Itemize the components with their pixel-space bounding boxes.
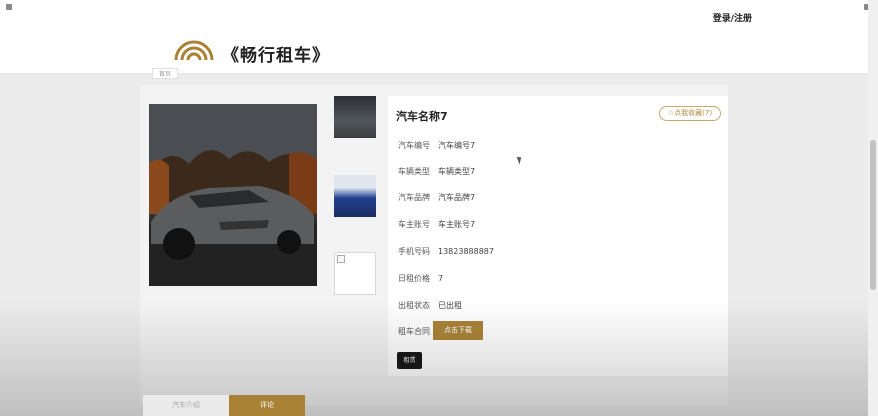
field-value: 汽车编号7 xyxy=(438,141,476,150)
scrollbar[interactable] xyxy=(868,0,878,416)
browser-top-strip: 登录/注册 xyxy=(0,0,878,30)
field-row: 车主账号 车主账号7 xyxy=(398,219,475,230)
field-label: 租车合同 xyxy=(398,327,430,336)
tab-car-intro[interactable]: 汽车介绍 xyxy=(143,395,229,416)
field-value: 汽车品牌7 xyxy=(438,193,476,202)
field-value: 13823888887 xyxy=(438,247,494,256)
field-label: 车辆类型 xyxy=(398,167,430,176)
breadcrumb[interactable]: 首页 xyxy=(152,68,179,79)
field-label: 汽车编号 xyxy=(398,141,430,150)
scrollbar-thumb[interactable] xyxy=(870,140,876,290)
brand-title: 《畅行租车》 xyxy=(222,46,330,66)
field-row: 出租状态 已出租 xyxy=(398,300,462,311)
tab-reviews[interactable]: 评论 xyxy=(229,395,305,416)
car-thumbnail[interactable] xyxy=(334,175,376,217)
field-label: 手机号码 xyxy=(398,247,430,256)
broken-image-icon xyxy=(337,255,345,263)
car-name: 汽车名称7 xyxy=(396,110,448,123)
favorite-button[interactable]: ☆点我收藏(7) xyxy=(659,106,721,121)
site-header: 《畅行租车》 xyxy=(0,30,868,74)
rent-button[interactable]: 租赁 xyxy=(397,352,422,369)
car-thumbnail-broken[interactable] xyxy=(334,252,376,295)
field-value: 已出租 xyxy=(438,301,462,310)
field-label: 车主账号 xyxy=(398,220,430,229)
field-value: 7 xyxy=(438,274,444,283)
field-row: 汽车品牌 汽车品牌7 xyxy=(398,192,475,203)
field-row: 租车合同 xyxy=(398,326,438,337)
car-main-photo xyxy=(149,104,317,286)
field-row: 汽车编号 汽车编号7 xyxy=(398,140,475,151)
field-row: 日租价格 7 xyxy=(398,273,443,284)
field-label: 汽车品牌 xyxy=(398,193,430,202)
window-dot-icon xyxy=(6,4,12,10)
download-contract-button[interactable]: 点击下载 xyxy=(433,321,483,340)
field-label: 日租价格 xyxy=(398,274,430,283)
car-image-icon xyxy=(149,104,317,286)
field-row: 车辆类型 车辆类型7 xyxy=(398,166,475,177)
car-thumbnail[interactable] xyxy=(334,96,376,138)
field-row: 手机号码 13823888887 xyxy=(398,246,494,257)
brand-logo-icon xyxy=(174,40,214,61)
field-label: 出租状态 xyxy=(398,301,430,310)
field-value: 车主账号7 xyxy=(438,220,476,229)
field-value: 车辆类型7 xyxy=(438,167,476,176)
login-register-link[interactable]: 登录/注册 xyxy=(713,11,752,24)
